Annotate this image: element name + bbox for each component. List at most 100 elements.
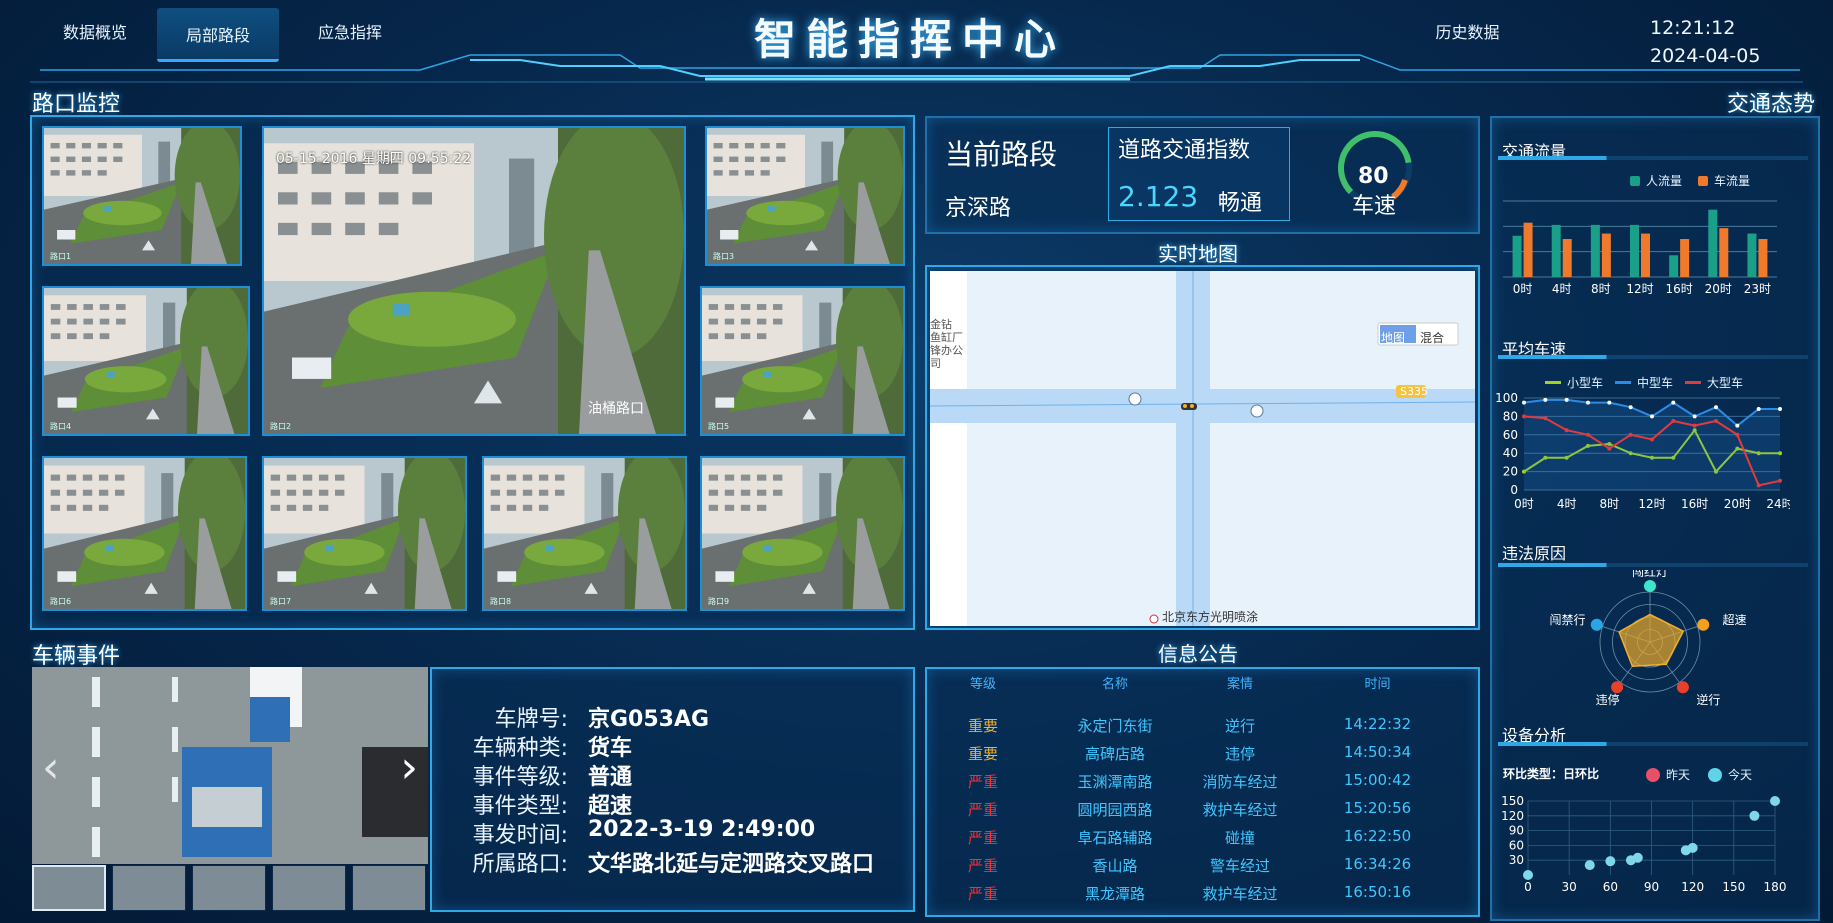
radar-axis-dot	[1590, 618, 1603, 631]
speed-point	[1692, 423, 1697, 428]
notice-name: 圆明园西路	[1077, 801, 1153, 819]
yesterday-swatch	[1646, 767, 1660, 782]
event-key: 事件类型:	[472, 794, 568, 819]
people-bar	[1708, 209, 1718, 277]
notice-name: 香山路	[1092, 857, 1138, 875]
speed-x-tick: 24时	[1766, 497, 1790, 511]
speed-point	[1714, 405, 1718, 410]
scatter-y-tick: 120	[1501, 809, 1524, 823]
cars-bar	[1758, 239, 1768, 277]
camera-feed-3[interactable]: 路口3	[705, 126, 905, 266]
scatter-x-tick: 180	[1764, 880, 1787, 894]
event-key: 车辆种类:	[472, 736, 568, 761]
speed-title-bar	[1498, 355, 1808, 359]
camera-watermark: 油桶路口	[588, 401, 644, 417]
event-key: 车牌号:	[494, 707, 568, 732]
radar-area	[1618, 613, 1685, 668]
scatter-y-tick: 90	[1509, 824, 1524, 838]
radar-axis-label: 闯红灯	[1632, 570, 1668, 579]
speed-y-tick: 0	[1510, 483, 1518, 497]
map-type-button[interactable]: 地图	[1381, 329, 1405, 346]
col-header-time: 时间	[1364, 677, 1391, 692]
notice-case: 逆行	[1224, 717, 1255, 735]
flow-x-tick: 16时	[1666, 282, 1693, 296]
scatter-point	[1770, 796, 1780, 806]
camera-feed-1[interactable]: 路口1	[42, 126, 242, 266]
trend-title: 交通态势	[1727, 92, 1816, 117]
scatter-point	[1687, 842, 1698, 853]
scatter-x-tick: 0	[1524, 880, 1532, 894]
camera-label: 路口1	[50, 252, 72, 261]
notice-case: 救护车经过	[1202, 801, 1278, 819]
camera-label: 路口8	[490, 597, 512, 606]
speed-label: 车速	[1352, 194, 1397, 219]
speed-point	[1522, 414, 1526, 419]
radar-axis-dot	[1611, 681, 1624, 694]
scatter-x-tick: 150	[1722, 880, 1745, 894]
camera-feed-7[interactable]: 路口7	[262, 456, 467, 611]
notice-level: 严重	[967, 857, 998, 875]
notice-level: 重要	[967, 745, 998, 763]
event-thumbnail[interactable]	[32, 865, 106, 911]
notice-level: 重要	[967, 717, 998, 735]
events-title: 车辆事件	[32, 644, 121, 669]
event-thumbnail[interactable]	[272, 865, 346, 911]
flow-chart: 0时 4时 8时 12时 16时 20时 23时	[1503, 200, 1777, 296]
device-ring-label: 环比类型：日环比	[1503, 767, 1600, 781]
camera-feed-4[interactable]: 路口4	[42, 286, 250, 436]
traffic-index-value: 2.123	[1118, 180, 1199, 213]
camera-label: 路口2	[270, 422, 292, 431]
event-photo-image	[32, 667, 428, 864]
people-bar	[1630, 224, 1639, 277]
flow-x-tick: 4时	[1552, 282, 1572, 296]
speed-point	[1564, 397, 1569, 402]
camera-feed-6[interactable]: 路口6	[42, 456, 247, 611]
col-header-name: 名称	[1101, 677, 1128, 692]
flow-x-tick: 8时	[1591, 282, 1611, 296]
notice-level: 严重	[967, 885, 998, 903]
scatter-y-tick: 60	[1509, 838, 1524, 852]
today-legend: 今天	[1728, 768, 1753, 782]
small-swatch	[1545, 381, 1561, 384]
camera-feed-5[interactable]: 路口5	[700, 286, 905, 436]
current-road-label: 当前路段	[945, 138, 1058, 171]
speed-y-tick: 60	[1503, 428, 1518, 442]
speed-point	[1543, 416, 1548, 421]
current-road-name: 京深路	[945, 196, 1012, 221]
notice-time: 15:00:42	[1343, 771, 1412, 789]
speed-point	[1735, 432, 1740, 437]
violation-title-bar	[1498, 563, 1808, 567]
event-thumbnail[interactable]	[192, 865, 266, 911]
speed-point	[1650, 437, 1654, 442]
scatter-x-tick: 30	[1562, 880, 1577, 894]
event-thumbnail[interactable]	[112, 865, 186, 911]
radar-axis-dot	[1697, 618, 1710, 631]
speed-x-tick: 16时	[1681, 497, 1708, 511]
camera-feed-9[interactable]: 路口9	[700, 456, 905, 611]
map-title: 实时地图	[1158, 242, 1238, 266]
today-swatch	[1708, 767, 1723, 782]
speed-point	[1586, 400, 1590, 405]
people-bar	[1590, 224, 1600, 277]
mid-legend: 中型车	[1637, 376, 1674, 390]
map-hybrid-button[interactable]: 混合	[1420, 329, 1444, 346]
camera-osd: 05-15-2016 星期四 09:55:22	[276, 151, 472, 167]
notice-case: 碰撞	[1224, 829, 1255, 847]
next-photo-button[interactable]: ›	[400, 742, 418, 793]
notice-level: 严重	[967, 801, 998, 819]
map-road-label: S335	[1400, 385, 1428, 398]
scatter-point	[1523, 870, 1533, 880]
notice-case: 违停	[1224, 745, 1255, 763]
event-row-category: 事件类型: 超速	[440, 788, 632, 820]
people-legend: 人流量	[1646, 174, 1683, 188]
speed-x-tick: 0时	[1514, 497, 1534, 511]
event-thumbnail[interactable]	[352, 865, 426, 911]
flow-x-tick: 20时	[1705, 282, 1732, 296]
camera-label: 路口7	[270, 597, 292, 606]
realtime-map[interactable]	[930, 271, 1475, 626]
camera-feed-8[interactable]: 路口8	[482, 456, 687, 611]
radar-axis-label: 超速	[1722, 612, 1746, 627]
event-row-level: 事件等级: 普通	[440, 759, 632, 791]
camera-feed-main[interactable]: 05-15-2016 星期四 09:55:22 油桶路口 路口2	[262, 126, 686, 436]
prev-photo-button[interactable]: ‹	[42, 742, 60, 793]
